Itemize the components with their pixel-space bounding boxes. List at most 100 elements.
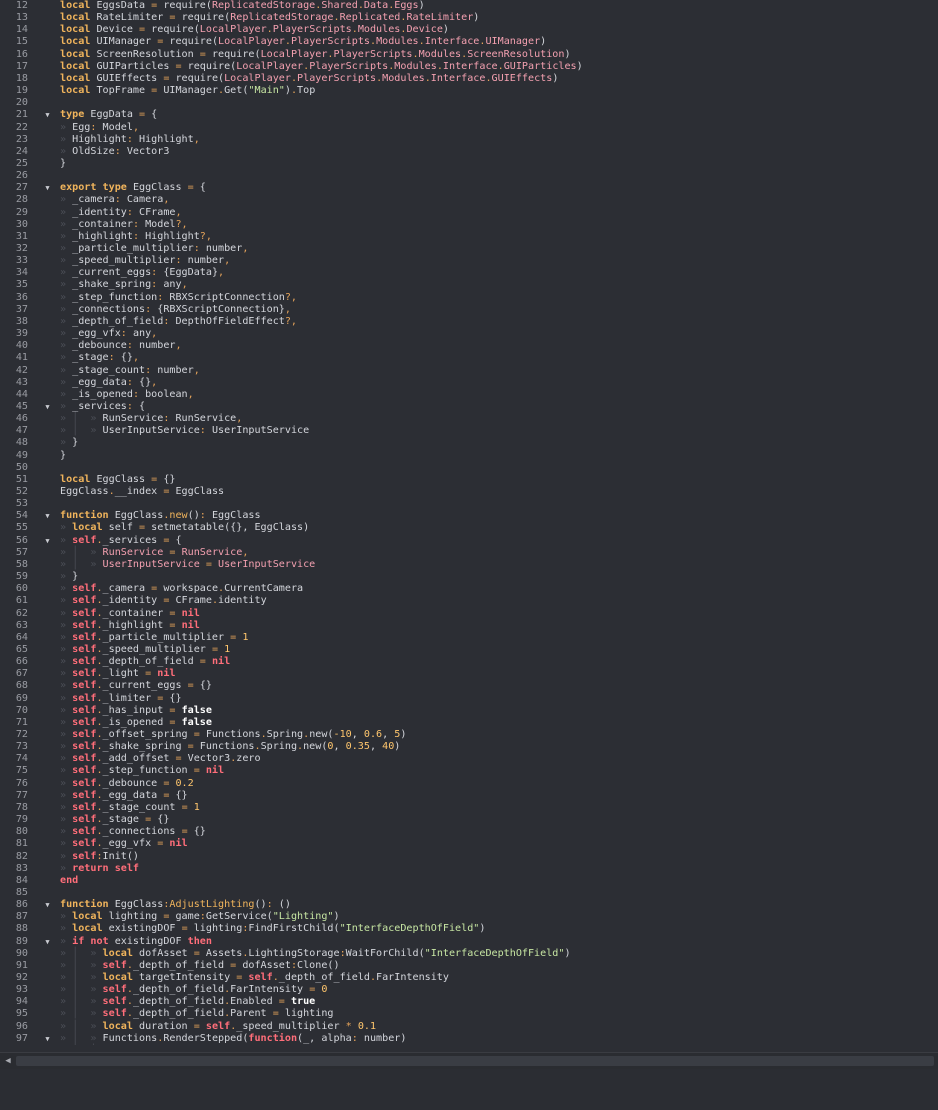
code-line[interactable]: 79 » self._stage = {}: [0, 814, 938, 826]
code-line[interactable]: 47 » │ » UserInputService: UserInputServi…: [0, 425, 938, 437]
code-line[interactable]: 32 » _particle_multiplier: number,: [0, 243, 938, 255]
code-line[interactable]: 77 » self._egg_data = {}: [0, 790, 938, 802]
code-line[interactable]: 14 local Device = require(LocalPlayer.Pla…: [0, 24, 938, 36]
code-line[interactable]: 19 local TopFrame = UIManager.Get("Main")…: [0, 85, 938, 97]
code-line[interactable]: 13 local RateLimiter = require(Replicated…: [0, 12, 938, 24]
code-line[interactable]: 41 » _stage: {},: [0, 352, 938, 364]
code-line[interactable]: 91 » │ » self._depth_of_field = dofAsset:…: [0, 960, 938, 972]
fold-chevron-icon[interactable]: ▼: [43, 1033, 52, 1045]
code-line[interactable]: 57 » │ » RunService = RunService,: [0, 547, 938, 559]
code-line[interactable]: 63 » self._highlight = nil: [0, 620, 938, 632]
code-line[interactable]: 53: [0, 498, 938, 510]
code-line[interactable]: 29 » _identity: CFrame,: [0, 207, 938, 219]
fold-chevron-icon[interactable]: ▼: [43, 401, 52, 413]
code-line[interactable]: 34 » _current_eggs: {EggData},: [0, 267, 938, 279]
code-line[interactable]: 21 ▼ type EggData = {: [0, 109, 938, 121]
code-line[interactable]: 72 » self._offset_spring = Functions.Spri…: [0, 729, 938, 741]
code-line[interactable]: 28 » _camera: Camera,: [0, 194, 938, 206]
fold-chevron-icon[interactable]: ▼: [43, 510, 52, 522]
code-line[interactable]: 66 » self._depth_of_field = nil: [0, 656, 938, 668]
horizontal-scrollbar[interactable]: ◀: [0, 1052, 938, 1069]
code-line[interactable]: 22 » Egg: Model,: [0, 122, 938, 134]
code-line[interactable]: 58 » │ » UserInputService = UserInputServ…: [0, 559, 938, 571]
code-line[interactable]: 25}: [0, 158, 938, 170]
code-line[interactable]: 83 » return self: [0, 863, 938, 875]
code-token: _current_eggs: [72, 267, 152, 279]
code-line[interactable]: 26: [0, 170, 938, 182]
code-line[interactable]: 51 local EggClass = {}: [0, 474, 938, 486]
code-line[interactable]: 93 » │ » self._depth_of_field.FarIntensit…: [0, 984, 938, 996]
code-line[interactable]: 46 » │ » RunService: RunService,: [0, 413, 938, 425]
code-line[interactable]: 62 » self._container = nil: [0, 608, 938, 620]
code-line[interactable]: 90 » │ » local dofAsset = Assets.Lighting…: [0, 948, 938, 960]
code-line[interactable]: 16 local ScreenResolution = require(Local…: [0, 49, 938, 61]
code-line[interactable]: 96 » │ » local duration = self._speed_mul…: [0, 1021, 938, 1033]
code-line[interactable]: 37 » _connections: {RBXScriptConnection},: [0, 304, 938, 316]
code-line[interactable]: 50: [0, 462, 938, 474]
code-line[interactable]: 59 » }: [0, 571, 938, 583]
code-line[interactable]: 33 » _speed_multiplier: number,: [0, 255, 938, 267]
code-line[interactable]: 73 » self._shake_spring = Functions.Sprin…: [0, 741, 938, 753]
code-line[interactable]: 86 ▼ function EggClass:AdjustLighting(): (…: [0, 899, 938, 911]
code-line[interactable]: 44 » _is_opened: boolean,: [0, 389, 938, 401]
code-line[interactable]: 64 » self._particle_multiplier = 1: [0, 632, 938, 644]
code-line[interactable]: 65 » self._speed_multiplier = 1: [0, 644, 938, 656]
code-line[interactable]: 17 local GUIParticles = require(LocalPlay…: [0, 61, 938, 73]
scrollbar-thumb[interactable]: [16, 1056, 934, 1066]
code-line[interactable]: 88 » local existingDOF = lighting:FindFir…: [0, 923, 938, 935]
code-line[interactable]: 31 » _highlight: Highlight?,: [0, 231, 938, 243]
code-line[interactable]: 35 » _shake_spring: any,: [0, 279, 938, 291]
fold-chevron-icon[interactable]: ▼: [43, 109, 52, 121]
code-line[interactable]: 60 » self._camera = workspace.CurrentCame…: [0, 583, 938, 595]
code-line[interactable]: 85: [0, 887, 938, 899]
code-token: self: [72, 643, 97, 655]
code-line[interactable]: 39 » _egg_vfx: any,: [0, 328, 938, 340]
code-line[interactable]: 40 » _debounce: number,: [0, 340, 938, 352]
code-line[interactable]: 76 » self._debounce = 0.2: [0, 778, 938, 790]
code-line[interactable]: 81 » self._egg_vfx = nil: [0, 838, 938, 850]
code-line[interactable]: 42 » _stage_count: number,: [0, 365, 938, 377]
code-line[interactable]: 61 » self._identity = CFrame.identity: [0, 595, 938, 607]
code-line[interactable]: 45 ▼ » _services: {: [0, 401, 938, 413]
code-line[interactable]: 27 ▼ export type EggClass = {: [0, 182, 938, 194]
code-line[interactable]: 56 ▼ » self._services = {: [0, 535, 938, 547]
code-line[interactable]: 92 » │ » local targetIntensity = self._de…: [0, 972, 938, 984]
code-line[interactable]: 36 » _step_function: RBXScriptConnection?…: [0, 292, 938, 304]
code-line[interactable]: 68 » self._current_eggs = {}: [0, 680, 938, 692]
fold-chevron-icon[interactable]: ▼: [43, 535, 52, 547]
code-line[interactable]: 97 ▼ » │ » Functions.RenderStepped(functio…: [0, 1033, 938, 1045]
code-line[interactable]: 24 » OldSize: Vector3: [0, 146, 938, 158]
code-line[interactable]: 54 ▼ function EggClass.new(): EggClass: [0, 510, 938, 522]
code-line[interactable]: 20: [0, 97, 938, 109]
code-line[interactable]: 48 » }: [0, 437, 938, 449]
fold-chevron-icon[interactable]: ▼: [43, 899, 52, 911]
code-line[interactable]: 74 » self._add_offset = Vector3.zero: [0, 753, 938, 765]
code-line[interactable]: 71 » self._is_opened = false: [0, 717, 938, 729]
code-line[interactable]: 12 local EggsData = require(ReplicatedSto…: [0, 0, 938, 12]
code-line[interactable]: 94 » │ » self._depth_of_field.Enabled = t…: [0, 996, 938, 1008]
code-editor[interactable]: 12 local EggsData = require(ReplicatedSto…: [0, 0, 938, 1052]
code-line[interactable]: 70 » self._has_input = false: [0, 705, 938, 717]
code-line[interactable]: 15 local UIManager = require(LocalPlayer.…: [0, 36, 938, 48]
code-line[interactable]: 38 » _depth_of_field: DepthOfFieldEffect?…: [0, 316, 938, 328]
code-line[interactable]: 78 » self._stage_count = 1: [0, 802, 938, 814]
code-line[interactable]: 84 end: [0, 875, 938, 887]
code-line[interactable]: 80 » self._connections = {}: [0, 826, 938, 838]
code-line[interactable]: 87 » local lighting = game:GetService("Li…: [0, 911, 938, 923]
code-line[interactable]: 75 » self._step_function = nil: [0, 765, 938, 777]
code-line[interactable]: 43 » _egg_data: {},: [0, 377, 938, 389]
code-line[interactable]: 52 EggClass.__index = EggClass: [0, 486, 938, 498]
code-line[interactable]: 89 ▼ » if not existingDOF then: [0, 936, 938, 948]
code-line[interactable]: 55 » local self = setmetatable({}, EggCla…: [0, 522, 938, 534]
scroll-left-arrow-icon[interactable]: ◀: [2, 1055, 14, 1067]
code-line[interactable]: 18 local GUIEffects = require(LocalPlayer…: [0, 73, 938, 85]
code-line[interactable]: 49}: [0, 450, 938, 462]
fold-chevron-icon[interactable]: ▼: [43, 182, 52, 194]
code-line[interactable]: 95 » │ » self._depth_of_field.Parent = li…: [0, 1008, 938, 1020]
code-line[interactable]: 67 » self._light = nil: [0, 668, 938, 680]
fold-chevron-icon[interactable]: ▼: [43, 936, 52, 948]
code-line[interactable]: 69 » self._limiter = {}: [0, 693, 938, 705]
code-line[interactable]: 23 » Highlight: Highlight,: [0, 134, 938, 146]
code-line[interactable]: 30 » _container: Model?,: [0, 219, 938, 231]
code-line[interactable]: 82 » self:Init(): [0, 851, 938, 863]
